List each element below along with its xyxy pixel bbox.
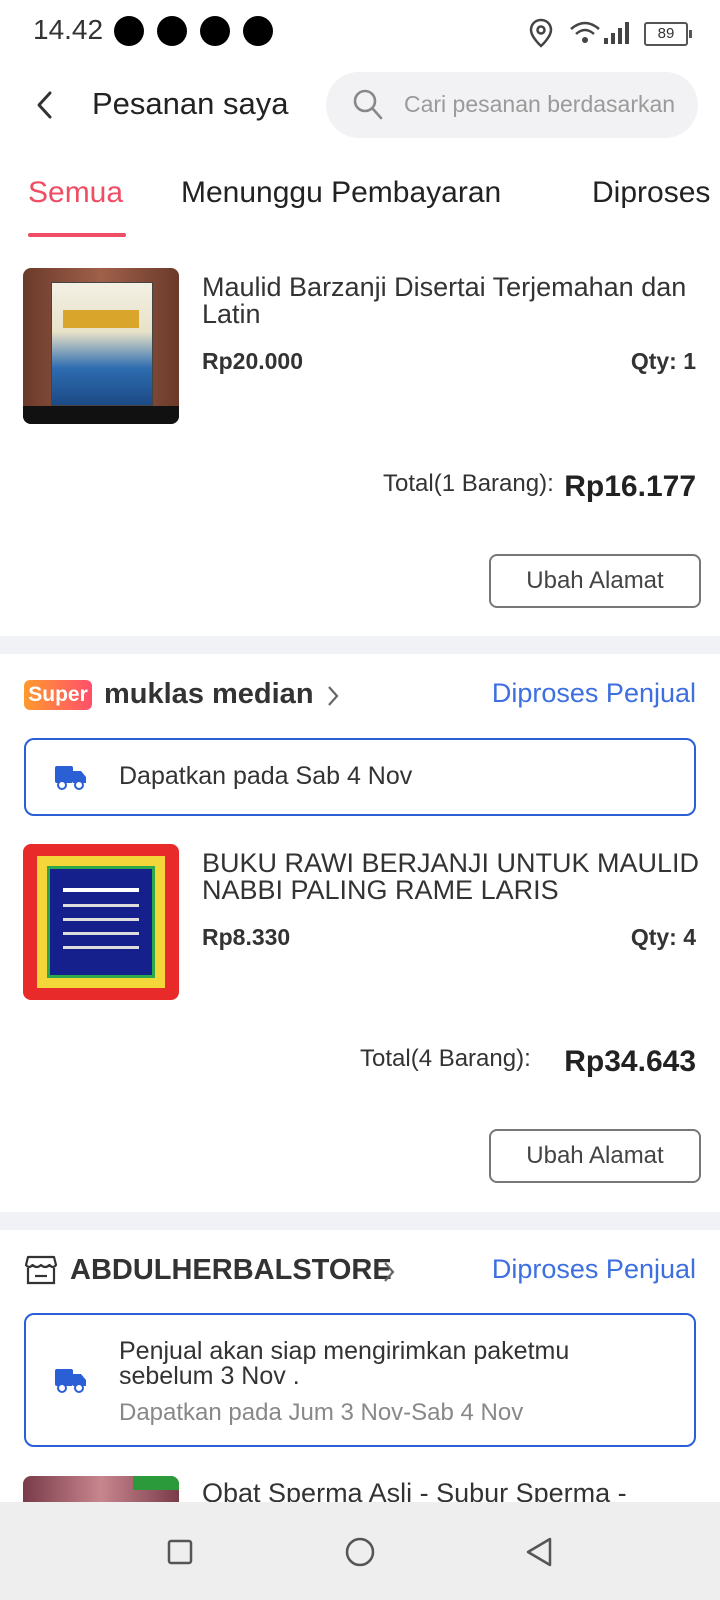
total-value: Rp34.643 [564,1045,696,1078]
page-title: Pesanan saya [92,86,289,121]
battery-icon: 89 [644,22,692,46]
order-status: Diproses Penjual [491,1254,696,1284]
super-badge: Super [24,680,92,710]
location-icon [529,18,553,48]
chevron-right-icon[interactable] [326,684,340,708]
shop-name[interactable]: ABDULHERBALSTORE [70,1254,392,1287]
delivery-estimate: Dapatkan pada Jum 3 Nov-Sab 4 Nov [119,1399,524,1426]
recent-apps-icon[interactable] [166,1538,194,1566]
total-value: Rp16.177 [564,470,696,503]
delivery-text: Penjual akan siap mengirimkan paketmu se… [119,1337,570,1390]
order-status: Diproses Penjual [491,678,696,708]
chevron-right-icon[interactable] [382,1260,396,1284]
notification-icon [114,16,144,46]
change-address-button[interactable]: Ubah Alamat [489,554,701,608]
wifi-icon [570,21,600,43]
search-icon [353,89,383,120]
product-name-clip: Obat Sperma Asli - Subur Sperma - [202,1480,702,1502]
total-label: Total(1 Barang): [383,470,554,497]
product-price: Rp20.000 [202,348,304,374]
product-image[interactable] [23,268,179,424]
shop-name[interactable]: muklas median [104,678,314,711]
status-time: 14.42 [33,14,104,45]
truck-icon [55,766,86,790]
search-input[interactable]: Cari pesanan berdasarkan [326,72,698,138]
product-qty: Qty: 1 [630,348,696,374]
notification-icon [243,16,273,46]
product-name[interactable]: Obat Sperma Asli - Subur Sperma - [202,1480,702,1502]
delivery-info-box: Dapatkan pada Sab 4 Nov [24,738,696,816]
active-tab-indicator [28,233,126,237]
search-placeholder: Cari pesanan berdasarkan [404,91,676,117]
section-divider [0,636,720,654]
tab-menunggu-pembayaran[interactable]: Menunggu Pembayaran [181,176,501,210]
tab-diproses[interactable]: Diproses [592,176,710,210]
product-name[interactable]: Maulid Barzanji Disertai Terjemahan dan … [202,274,702,328]
product-image[interactable] [23,1476,179,1502]
tab-semua[interactable]: Semua [28,176,123,210]
change-address-button[interactable]: Ubah Alamat [489,1129,701,1183]
section-divider [0,1212,720,1230]
navigation-bar [0,1502,720,1600]
delivery-text: Dapatkan pada Sab 4 Nov [119,762,413,790]
product-image[interactable] [23,844,179,1000]
product-price: Rp8.330 [202,924,291,950]
delivery-info-box: Penjual akan siap mengirimkan paketmu se… [24,1313,696,1447]
notification-icon [200,16,230,46]
back-nav-icon[interactable] [524,1536,554,1568]
notification-icon [157,16,187,46]
back-icon[interactable] [34,90,56,120]
signal-icon [604,22,629,44]
truck-icon [55,1369,86,1393]
store-icon [24,1255,58,1285]
product-name[interactable]: BUKU RAWI BERJANJI UNTUK MAULID NABBI PA… [202,850,702,904]
product-qty: Qty: 4 [630,924,696,950]
total-label: Total(4 Barang): [360,1045,531,1072]
home-icon[interactable] [344,1536,376,1568]
